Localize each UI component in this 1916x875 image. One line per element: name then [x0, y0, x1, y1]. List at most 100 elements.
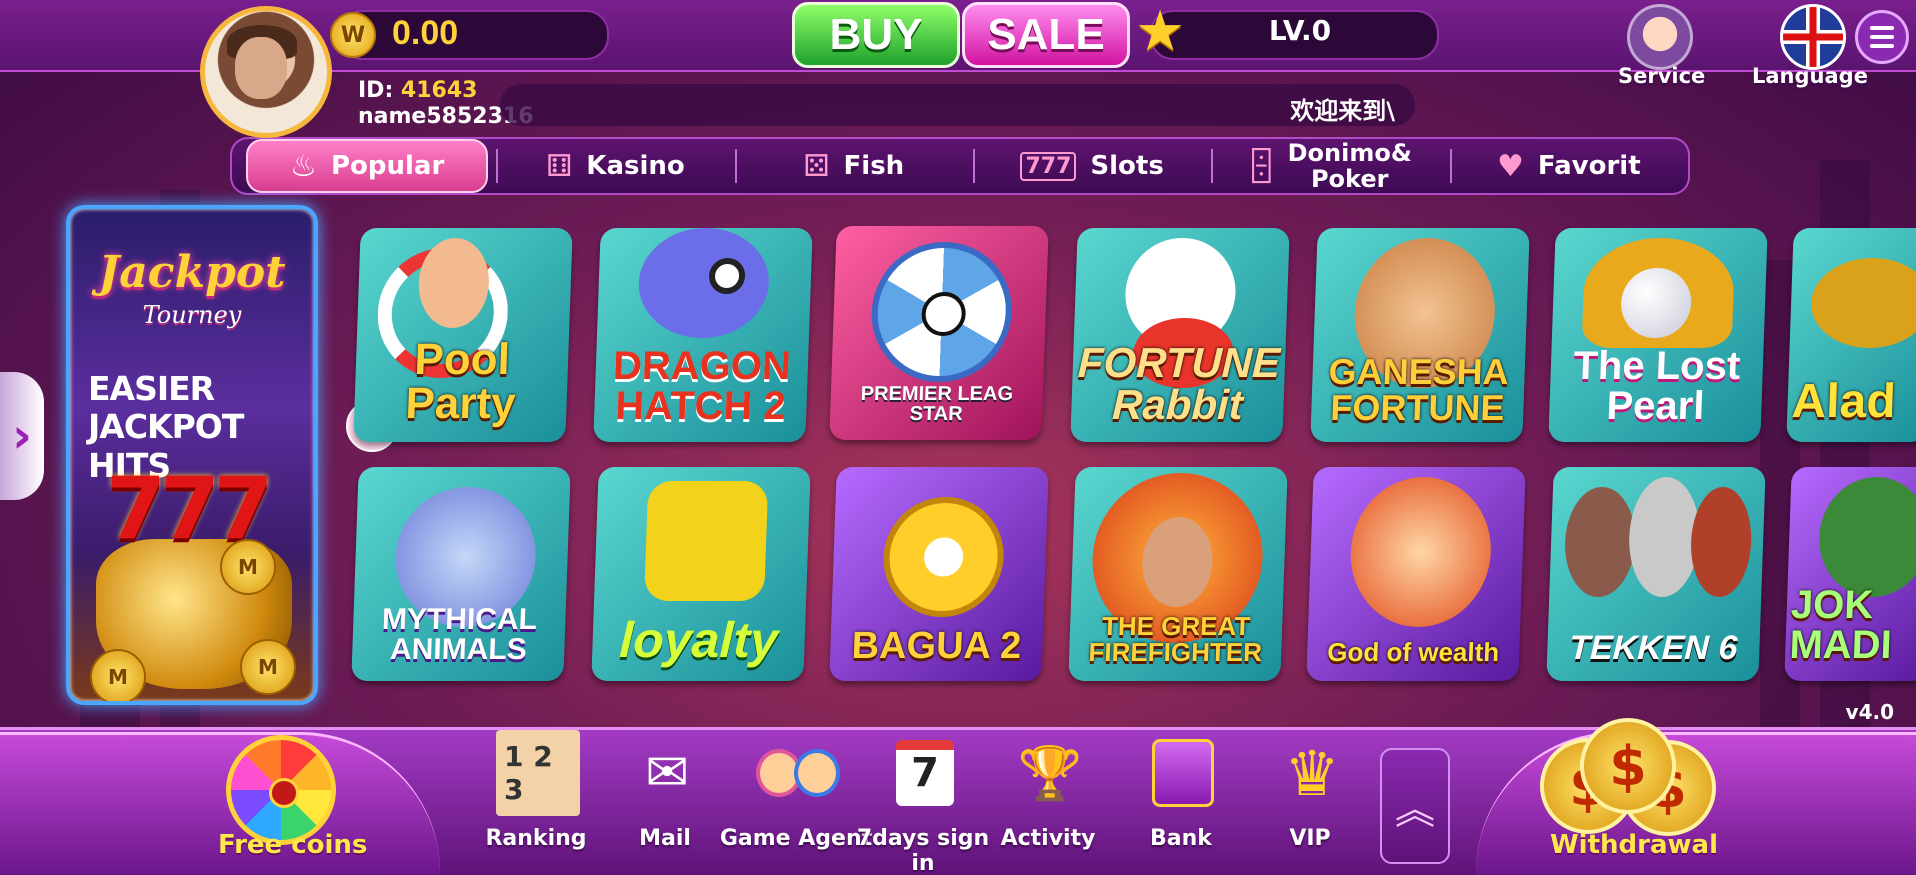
level-text: LV.0 — [1268, 14, 1332, 47]
coin-icon: M — [240, 639, 296, 695]
game-title: MYTHICAL ANIMALS — [381, 603, 538, 666]
safe-icon — [1141, 728, 1225, 818]
podium-icon: 1 2 3 — [496, 728, 580, 818]
slot-machine-icon: 777 — [1020, 151, 1077, 181]
tab-slots[interactable]: 777 Slots — [972, 139, 1211, 193]
tab-domino-poker[interactable]: 🁫 Donimo& Poker — [1211, 139, 1449, 193]
tab-label: Kasino — [586, 151, 685, 181]
game-tile-bagua-2[interactable]: BAGUA 2 — [829, 467, 1049, 681]
game-tile-god-of-wealth[interactable]: God of wealth — [1306, 467, 1526, 681]
gold-coins-icon[interactable]: $ $ $ — [1540, 718, 1720, 836]
language-label[interactable]: Language — [1752, 64, 1868, 88]
vip-label: VIP — [1289, 826, 1331, 851]
free-coins-label[interactable]: Free coins — [218, 830, 367, 860]
trophy-icon: 🏆 — [1017, 743, 1083, 804]
game-title: JOK MADI — [1788, 583, 1893, 667]
tab-label: Donimo& Poker — [1288, 140, 1412, 192]
game-tile-aladdin[interactable]: Alad — [1786, 228, 1916, 442]
user-id-label: ID: — [358, 78, 394, 103]
game-agent-button[interactable]: Game Agent — [720, 728, 872, 873]
service-icon[interactable] — [1627, 4, 1693, 70]
coin-icon: M — [90, 649, 146, 701]
game-title: God of wealth — [1326, 637, 1500, 667]
tab-label: Popular — [330, 151, 445, 181]
dice-icon: ⚅ — [546, 148, 573, 184]
tab-kasino[interactable]: ⚅ Kasino — [496, 139, 734, 193]
game-tile-loyalty[interactable]: loyalty — [591, 467, 811, 681]
game-title: Pool Party — [404, 335, 517, 428]
game-title: BAGUA 2 — [850, 625, 1023, 667]
chevron-right-icon: › — [12, 408, 32, 464]
crown-icon: ♛ — [1284, 736, 1340, 810]
tab-label: Fish — [843, 151, 905, 181]
domino-icon: 🁫 — [1249, 148, 1274, 184]
user-id: ID: 41643 — [358, 78, 477, 103]
game-title: GANESHA FORTUNE — [1327, 351, 1510, 428]
jackpot-line1: EASIER — [88, 369, 215, 408]
uk-flag-icon[interactable] — [1780, 4, 1846, 70]
game-tile-joker-madness[interactable]: JOK MADI — [1784, 467, 1916, 681]
sign-in-button[interactable]: 7 7days sign in — [857, 728, 989, 875]
marquee-text: 欢迎来到\ — [1290, 97, 1395, 125]
menu-icon[interactable] — [1855, 10, 1909, 64]
category-tabs: ♨ Popular ⚅ Kasino ⚄ Fish 777 Slots 🁫 Do… — [230, 137, 1690, 195]
tab-label-line2: Poker — [1310, 165, 1389, 193]
jackpot-title: Jackpot — [98, 247, 286, 298]
mailbox-icon: ✉ — [645, 743, 689, 803]
ranking-button[interactable]: 1 2 3 Ranking — [476, 728, 596, 873]
tab-label: Slots — [1090, 151, 1164, 181]
fire-icon: ♨ — [290, 148, 317, 184]
coin-icon: M — [220, 539, 276, 595]
avatar-face — [235, 37, 287, 99]
game-tile-tekken-6[interactable]: TEKKEN 6 — [1546, 467, 1766, 681]
activity-button[interactable]: 🏆 Activity — [988, 728, 1108, 873]
service-label[interactable]: Service — [1618, 64, 1705, 88]
dice-icon: ⚄ — [803, 148, 830, 184]
withdrawal-label[interactable]: Withdrawal — [1550, 830, 1718, 860]
avatar[interactable] — [200, 6, 332, 138]
double-chevron-up-icon: ︽ — [1395, 787, 1435, 833]
tab-popular[interactable]: ♨ Popular — [246, 139, 489, 193]
sale-button[interactable]: SALE — [962, 2, 1130, 68]
game-tile-ganesha-fortune[interactable]: GANESHA FORTUNE — [1310, 228, 1530, 442]
game-tile-the-great-firefighter[interactable]: THE GREAT FIREFIGHTER — [1068, 467, 1288, 681]
game-tile-mythical-animals[interactable]: MYTHICAL ANIMALS — [351, 467, 571, 681]
game-title: FORTUNE Rabbit — [1077, 339, 1281, 428]
game-title: Alad — [1790, 375, 1897, 428]
prize-wheel-icon[interactable] — [226, 735, 336, 845]
tab-favorit[interactable]: ♥ Favorit — [1449, 139, 1688, 193]
game-tile-premier-league-star[interactable]: PREMIER LEAG STAR — [829, 226, 1049, 440]
game-title: THE GREAT FIREFIGHTER — [1088, 611, 1263, 667]
vip-button[interactable]: ♛ VIP — [1250, 728, 1370, 873]
heart-icon: ♥ — [1496, 148, 1524, 184]
mail-button[interactable]: ✉ Mail — [605, 728, 725, 873]
expand-up-button[interactable]: ︽ — [1380, 748, 1450, 864]
tab-fish[interactable]: ⚄ Fish — [734, 139, 973, 193]
tab-label: Favorit — [1537, 151, 1641, 181]
bank-button[interactable]: Bank — [1121, 728, 1241, 873]
buy-button[interactable]: BUY — [792, 2, 960, 68]
game-tile-fortune-rabbit[interactable]: FORTUNE Rabbit — [1070, 228, 1290, 442]
jackpot-tourney-banner[interactable]: Jackpot Tourney EASIER JACKPOT HITS 777 … — [66, 205, 318, 705]
game-title: TEKKEN 6 — [1568, 629, 1739, 667]
calendar-icon: 7 — [883, 728, 967, 818]
game-tile-the-lost-pearl[interactable]: The Lost Pearl — [1548, 228, 1768, 442]
expand-panel-button[interactable]: › — [0, 372, 44, 500]
game-title: The Lost Pearl — [1572, 344, 1742, 428]
game-title: PREMIER LEAG STAR — [860, 383, 1014, 425]
balance-pill — [340, 10, 609, 60]
game-title: loyalty — [618, 612, 779, 668]
game-tile-pool-party[interactable]: Pool Party — [353, 228, 573, 442]
coin-icon: W — [330, 12, 376, 58]
game-title: DRAGON HATCH 2 — [612, 344, 792, 428]
tab-label-line1: Donimo& — [1287, 139, 1412, 167]
agents-icon — [756, 728, 840, 818]
game-tile-dragon-hatch-2[interactable]: DRAGON HATCH 2 — [593, 228, 813, 442]
jackpot-subtitle: Tourney — [142, 301, 242, 329]
star-icon: ★ — [1135, 0, 1186, 64]
version-label: v4.0 — [1845, 700, 1894, 724]
announcement-marquee: 欢迎来到\ — [500, 84, 1415, 126]
balance-value: 0.00 — [392, 14, 459, 52]
game-lobby: W 0.00 BUY SALE ★ LV.0 Service Language … — [0, 0, 1916, 875]
user-id-value: 41643 — [400, 78, 478, 103]
